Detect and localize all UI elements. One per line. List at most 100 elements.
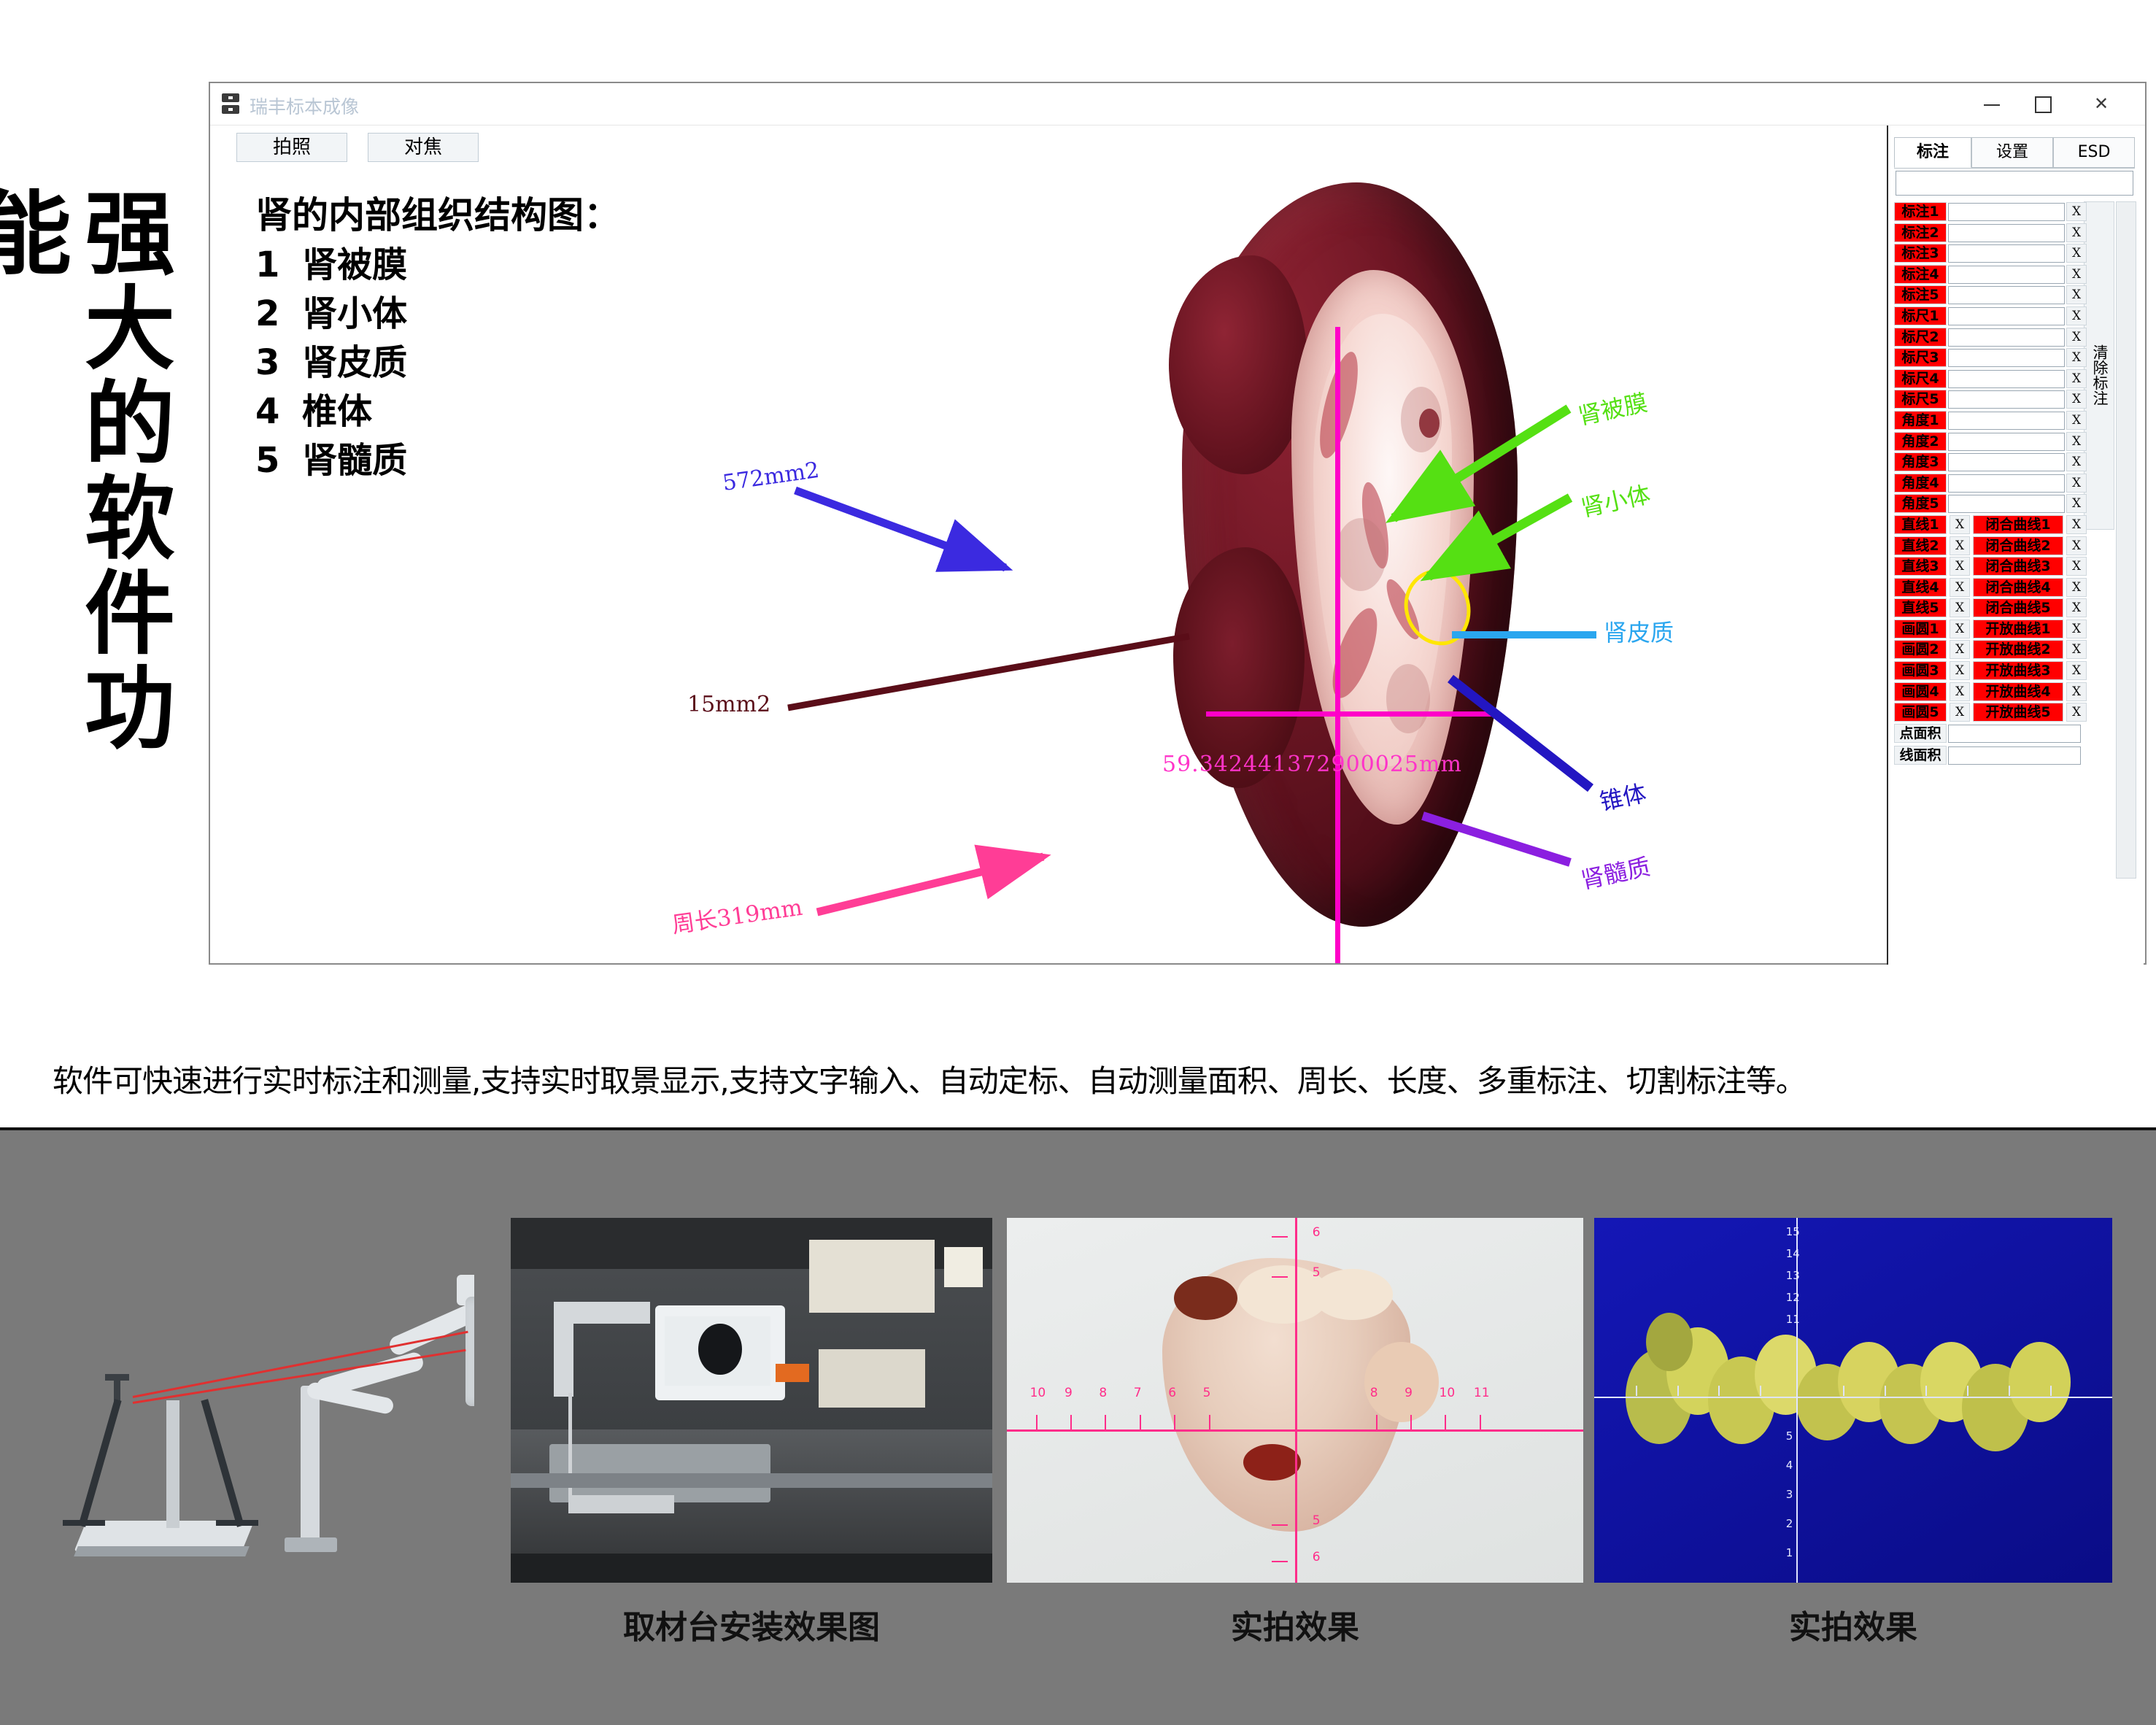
delete-right-0[interactable]: X <box>2066 514 2087 534</box>
delete-button-5[interactable]: X <box>2066 306 2087 325</box>
shape-button-left-5[interactable]: 画圆1 <box>1894 619 1947 638</box>
annotation-button-2[interactable]: 标注3 <box>1894 244 1947 263</box>
shape-button-right-2[interactable]: 闭合曲线3 <box>1973 557 2063 576</box>
delete-right-4[interactable]: X <box>2066 598 2087 618</box>
annotation-field-14[interactable] <box>1948 495 2065 514</box>
tab-esd[interactable]: ESD <box>2053 137 2135 168</box>
annotation-field-2[interactable] <box>1948 244 2065 263</box>
tab-settings[interactable]: 设置 <box>1971 137 2053 168</box>
delete-button-1[interactable]: X <box>2066 223 2087 242</box>
annotation-field-4[interactable] <box>1948 286 2065 305</box>
annotation-field-1[interactable] <box>1948 223 2065 242</box>
shape-button-left-6[interactable]: 画圆2 <box>1894 640 1947 660</box>
delete-left-1[interactable]: X <box>1950 536 1970 555</box>
delete-right-5[interactable]: X <box>2066 619 2087 638</box>
delete-right-6[interactable]: X <box>2066 640 2087 660</box>
annotation-button-6[interactable]: 标尺2 <box>1894 327 1947 347</box>
shape-button-right-8[interactable]: 开放曲线4 <box>1973 682 2063 701</box>
maximize-button[interactable] <box>2021 90 2065 118</box>
shape-button-left-7[interactable]: 画圆3 <box>1894 661 1947 681</box>
close-button[interactable]: ✕ <box>2079 90 2123 118</box>
annotation-field-10[interactable] <box>1948 411 2065 430</box>
delete-right-8[interactable]: X <box>2066 682 2087 701</box>
annotation-field-13[interactable] <box>1948 474 2065 493</box>
shape-button-left-3[interactable]: 直线4 <box>1894 577 1947 597</box>
annotation-field-12[interactable] <box>1948 453 2065 472</box>
delete-button-9[interactable]: X <box>2066 390 2087 409</box>
shape-button-left-1[interactable]: 直线2 <box>1894 536 1947 555</box>
delete-right-3[interactable]: X <box>2066 577 2087 597</box>
line-area-field[interactable] <box>1948 746 2081 765</box>
line-area-button[interactable]: 线面积 <box>1894 745 1947 765</box>
annotation-field-11[interactable] <box>1948 432 2065 451</box>
delete-right-1[interactable]: X <box>2066 536 2087 555</box>
shape-button-right-5[interactable]: 开放曲线1 <box>1973 619 2063 638</box>
annotation-button-13[interactable]: 角度4 <box>1894 473 1947 493</box>
shape-button-right-0[interactable]: 闭合曲线1 <box>1973 514 2063 534</box>
delete-left-5[interactable]: X <box>1950 619 1970 638</box>
annotation-button-8[interactable]: 标尺4 <box>1894 368 1947 388</box>
delete-button-8[interactable]: X <box>2066 368 2087 388</box>
specimen-canvas[interactable]: 肾的内部组织结构图： 1 肾被膜 2 肾小体 3 肾皮质 4 椎体 5 肾髓质 … <box>212 168 1983 963</box>
delete-button-3[interactable]: X <box>2066 264 2087 284</box>
annotation-text-input[interactable] <box>1896 171 2133 196</box>
delete-button-14[interactable]: X <box>2066 494 2087 514</box>
delete-left-0[interactable]: X <box>1950 514 1970 534</box>
annotation-field-5[interactable] <box>1948 306 2065 325</box>
delete-button-12[interactable]: X <box>2066 452 2087 472</box>
delete-right-9[interactable]: X <box>2066 703 2087 722</box>
annotation-button-7[interactable]: 标尺3 <box>1894 348 1947 368</box>
shape-button-right-7[interactable]: 开放曲线3 <box>1973 661 2063 681</box>
shape-button-right-3[interactable]: 闭合曲线4 <box>1973 577 2063 597</box>
delete-button-13[interactable]: X <box>2066 473 2087 493</box>
shape-button-right-6[interactable]: 开放曲线2 <box>1973 640 2063 660</box>
delete-left-8[interactable]: X <box>1950 682 1970 701</box>
tab-annotation[interactable]: 标注 <box>1894 137 1971 168</box>
annotation-button-1[interactable]: 标注2 <box>1894 223 1947 242</box>
annotation-button-12[interactable]: 角度3 <box>1894 452 1947 472</box>
delete-left-3[interactable]: X <box>1950 577 1970 597</box>
shape-button-left-0[interactable]: 直线1 <box>1894 514 1947 534</box>
annotation-button-4[interactable]: 标注5 <box>1894 285 1947 305</box>
annotation-button-14[interactable]: 角度5 <box>1894 494 1947 514</box>
annotation-field-6[interactable] <box>1948 328 2065 347</box>
point-area-button[interactable]: 点面积 <box>1894 723 1947 743</box>
point-area-field[interactable] <box>1948 724 2081 743</box>
delete-right-2[interactable]: X <box>2066 557 2087 576</box>
delete-left-4[interactable]: X <box>1950 598 1970 618</box>
shape-button-left-9[interactable]: 画圆5 <box>1894 703 1947 722</box>
annotation-button-10[interactable]: 角度1 <box>1894 410 1947 430</box>
annotation-button-11[interactable]: 角度2 <box>1894 431 1947 451</box>
annotation-field-7[interactable] <box>1948 349 2065 368</box>
vertical-banner-text: 强大的软件功能 <box>0 186 174 755</box>
annotation-field-8[interactable] <box>1948 369 2065 388</box>
capture-photo-button[interactable]: 拍照 <box>236 133 347 162</box>
delete-left-9[interactable]: X <box>1950 703 1970 722</box>
annotation-button-0[interactable]: 标注1 <box>1894 202 1947 221</box>
delete-button-11[interactable]: X <box>2066 431 2087 451</box>
delete-button-0[interactable]: X <box>2066 202 2087 221</box>
delete-button-10[interactable]: X <box>2066 410 2087 430</box>
delete-button-6[interactable]: X <box>2066 327 2087 347</box>
annotation-button-9[interactable]: 标尺5 <box>1894 390 1947 409</box>
shape-button-left-8[interactable]: 画圆4 <box>1894 682 1947 701</box>
shape-button-right-9[interactable]: 开放曲线5 <box>1973 703 2063 722</box>
shape-button-left-2[interactable]: 直线3 <box>1894 557 1947 576</box>
annotation-field-3[interactable] <box>1948 265 2065 284</box>
annotation-button-5[interactable]: 标尺1 <box>1894 306 1947 325</box>
focus-button[interactable]: 对焦 <box>368 133 479 162</box>
shape-button-left-4[interactable]: 直线5 <box>1894 598 1947 618</box>
minimize-button[interactable] <box>1970 90 2014 118</box>
delete-left-6[interactable]: X <box>1950 640 1970 660</box>
delete-button-2[interactable]: X <box>2066 244 2087 263</box>
delete-right-7[interactable]: X <box>2066 661 2087 681</box>
delete-button-4[interactable]: X <box>2066 285 2087 305</box>
annotation-field-0[interactable] <box>1948 203 2065 221</box>
delete-left-7[interactable]: X <box>1950 661 1970 681</box>
delete-button-7[interactable]: X <box>2066 348 2087 368</box>
annotation-field-9[interactable] <box>1948 390 2065 409</box>
delete-left-2[interactable]: X <box>1950 557 1970 576</box>
shape-button-right-1[interactable]: 闭合曲线2 <box>1973 536 2063 555</box>
shape-button-right-4[interactable]: 闭合曲线5 <box>1973 598 2063 618</box>
annotation-button-3[interactable]: 标注4 <box>1894 264 1947 284</box>
